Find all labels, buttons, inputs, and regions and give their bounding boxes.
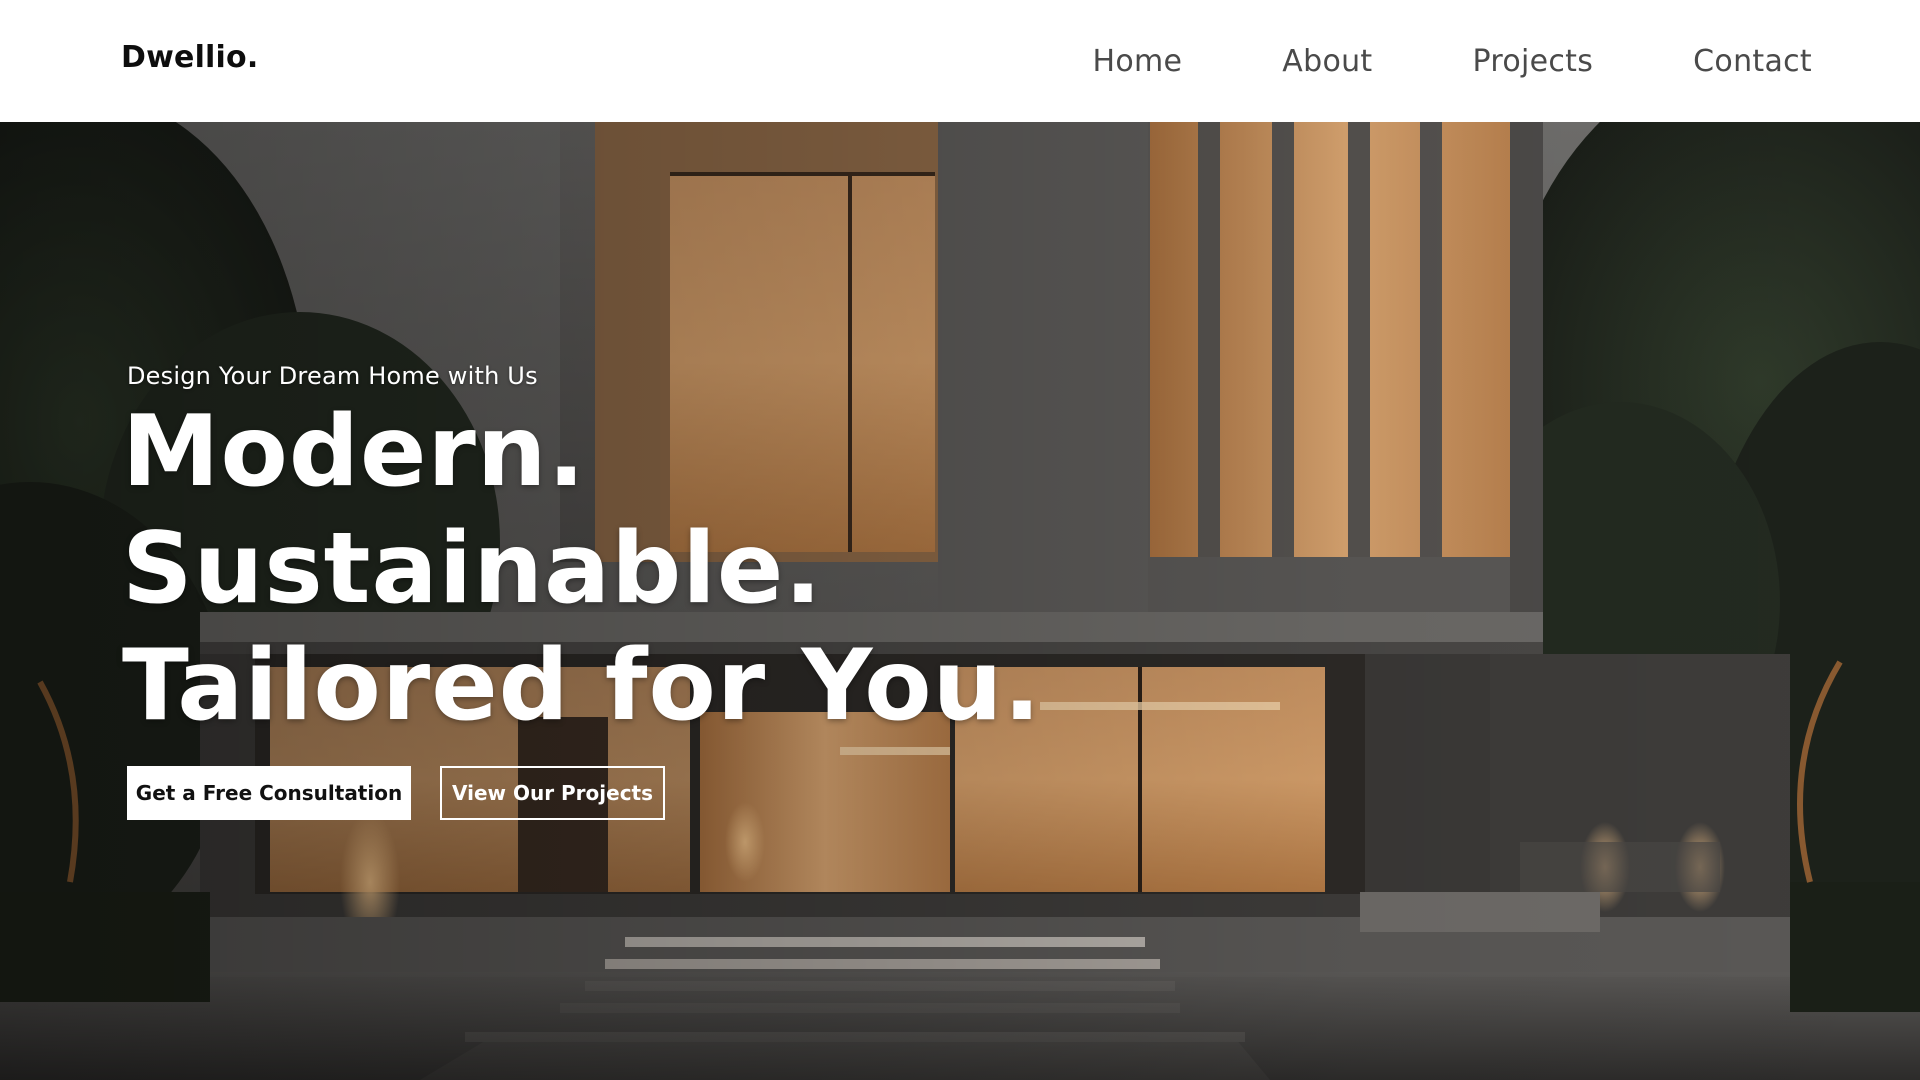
brand-logo[interactable]: Dwellio. (121, 40, 258, 75)
free-consultation-button[interactable]: Get a Free Consultation (127, 766, 411, 820)
hero-content: Design Your Dream Home with Us Modern. S… (122, 362, 1042, 745)
main-nav: Home About Projects Contact (1093, 44, 1813, 79)
nav-link-projects[interactable]: Projects (1473, 44, 1594, 79)
nav-link-home[interactable]: Home (1093, 44, 1183, 79)
headline-line-2: Sustainable. (122, 512, 823, 626)
headline-line-3: Tailored for You. (122, 629, 1042, 743)
hero-headline: Modern. Sustainable. Tailored for You. (122, 394, 1042, 745)
headline-line-1: Modern. (122, 395, 586, 509)
nav-link-contact[interactable]: Contact (1693, 44, 1812, 79)
view-projects-button[interactable]: View Our Projects (440, 766, 665, 820)
hero-cta-group: Get a Free Consultation View Our Project… (127, 766, 665, 820)
top-navbar: Dwellio. Home About Projects Contact (0, 0, 1920, 122)
hero-section: Design Your Dream Home with Us Modern. S… (0, 122, 1920, 1080)
hero-eyebrow: Design Your Dream Home with Us (127, 362, 538, 390)
nav-link-about[interactable]: About (1282, 44, 1372, 79)
